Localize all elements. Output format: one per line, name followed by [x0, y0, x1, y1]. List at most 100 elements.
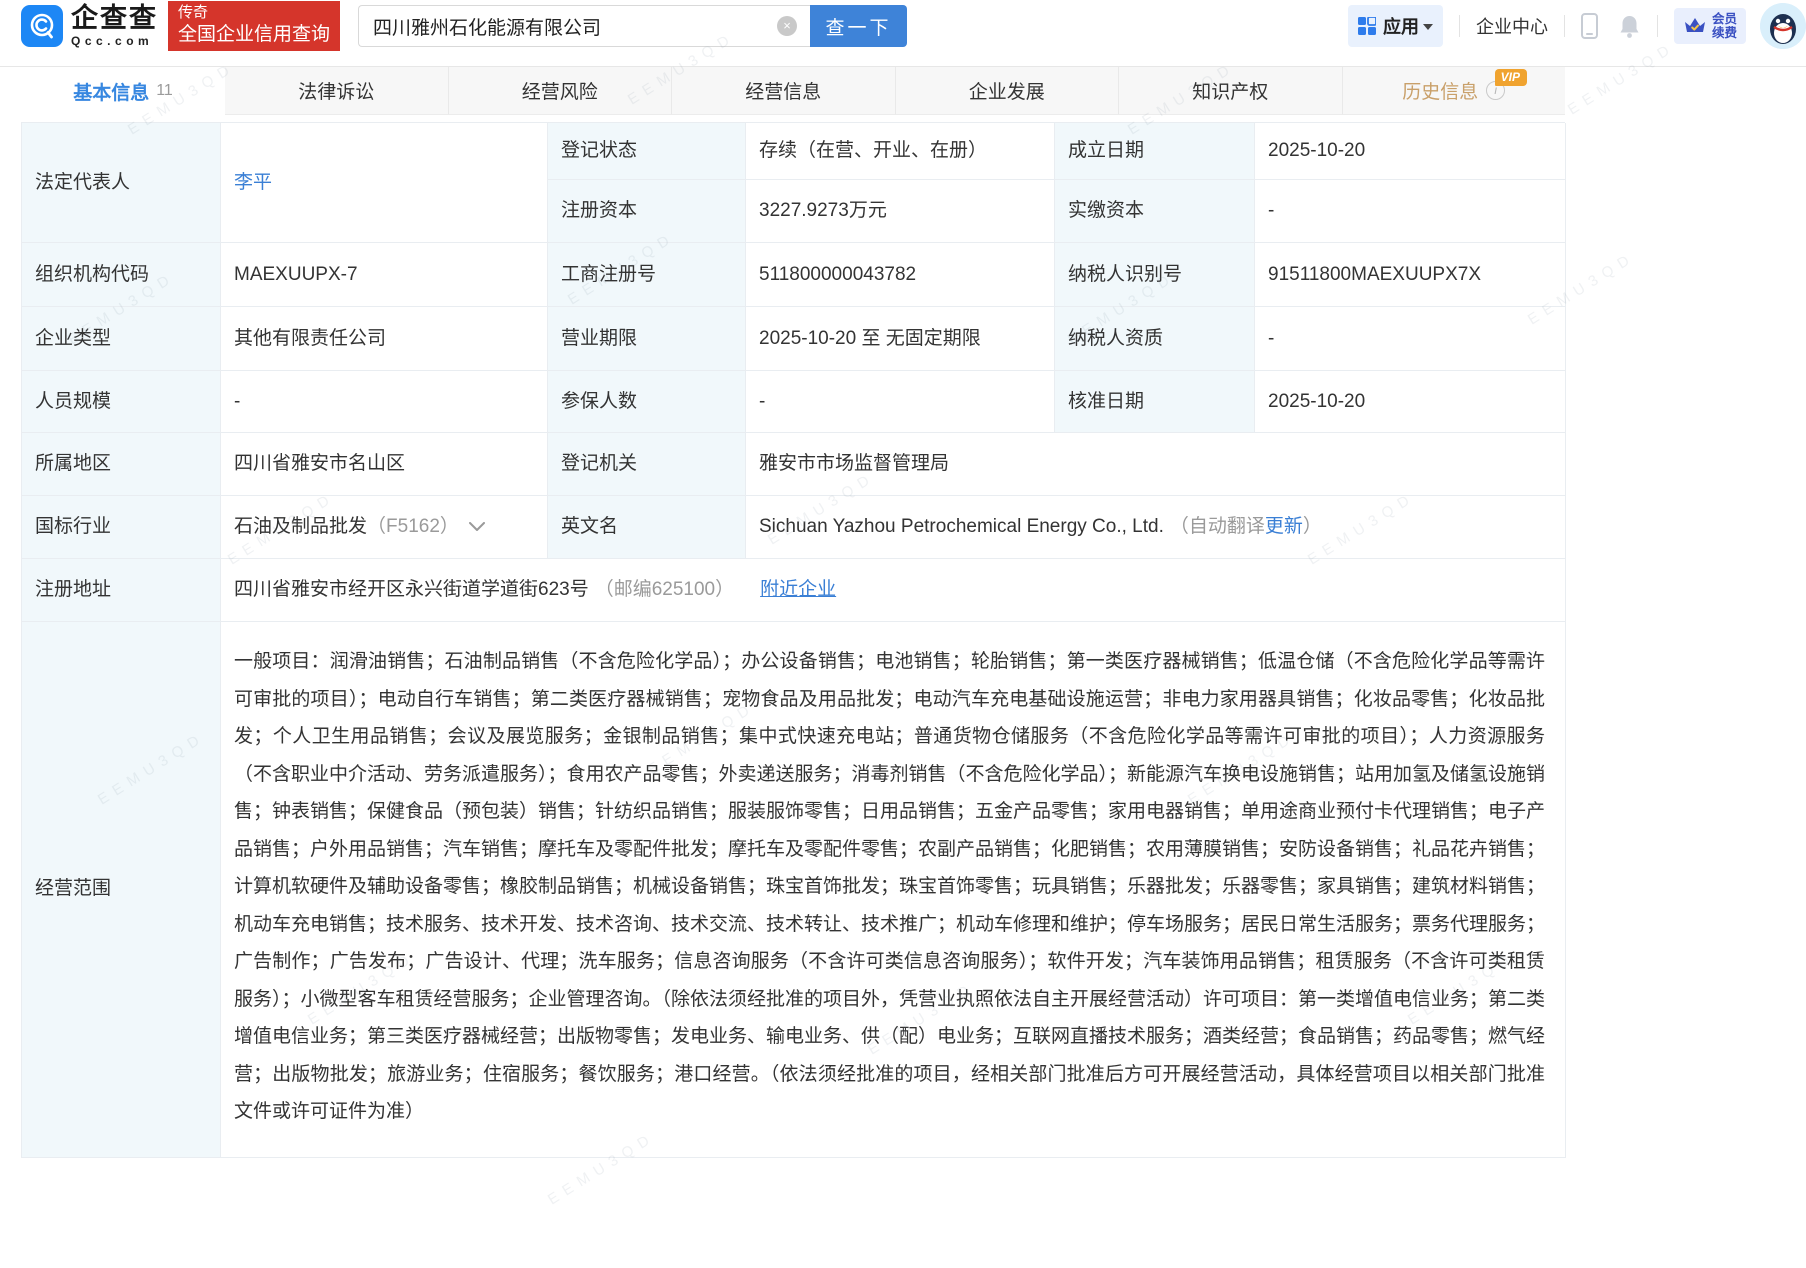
vip-label-line2: 续费	[1712, 26, 1737, 40]
header-divider	[1459, 15, 1460, 37]
industry-name: 石油及制品批发	[234, 514, 367, 540]
field-label-paid-capital: 实缴资本	[1055, 180, 1255, 243]
tab-label: 法律诉讼	[298, 77, 374, 104]
field-label-biz-reg-no: 工商注册号	[548, 243, 746, 307]
field-value-insured-count: -	[746, 371, 1055, 433]
tab-label: 经营风险	[522, 77, 598, 104]
field-label-reg-capital: 注册资本	[548, 180, 746, 243]
field-label-legal-rep: 法定代表人	[22, 123, 221, 243]
vip-renew-label: 会员 续费	[1712, 12, 1737, 41]
field-label-business-scope: 经营范围	[22, 622, 221, 1158]
field-label-staff-size: 人员规模	[22, 371, 221, 433]
section-tabbar: 基本信息 11 法律诉讼 经营风险 经营信息 企业发展 知识产权 VIP 历史信…	[0, 66, 1806, 115]
notification-bell-icon[interactable]	[1618, 14, 1641, 39]
business-scope-text: 一般项目：润滑油销售；石油制品销售（不含危险化学品）；办公设备销售；电池销售；轮…	[234, 643, 1545, 1131]
enterprise-center-link[interactable]: 企业中心	[1476, 13, 1548, 39]
field-value-reg-capital: 3227.9273万元	[746, 180, 1055, 243]
field-label-industry: 国标行业	[22, 496, 221, 559]
tab-label: 基本信息	[73, 78, 149, 105]
field-value-biz-term: 2025-10-20 至 无固定期限	[746, 307, 1055, 371]
nearby-companies-link[interactable]: 附近企业	[760, 577, 836, 603]
header-divider	[1657, 15, 1658, 37]
company-info-table: 法定代表人 李平 登记状态 存续（在营、开业、在册） 成立日期 2025-10-…	[21, 122, 1565, 1158]
brand-name-cn: 企查查	[71, 5, 158, 32]
field-label-address: 注册地址	[22, 559, 221, 622]
apps-grid-icon	[1358, 17, 1376, 35]
field-label-biz-term: 营业期限	[548, 307, 746, 371]
legal-rep-link[interactable]: 李平	[234, 170, 272, 196]
field-value-industry: 石油及制品批发 （F5162）	[221, 496, 548, 559]
vip-renew-button[interactable]: 会员 续费	[1674, 8, 1746, 45]
apps-menu-button[interactable]: 应用	[1348, 5, 1443, 47]
field-value-address: 四川省雅安市经开区永兴街道学道街623号 （邮编625100） 附近企业	[221, 559, 1566, 622]
industry-expand-chevron-icon[interactable]	[469, 522, 485, 532]
english-name-text: Sichuan Yazhou Petrochemical Energy Co.,…	[759, 514, 1164, 540]
address-text: 四川省雅安市经开区永兴街道学道街623号	[234, 577, 589, 603]
header-right-nav: 应用 企业中心	[1348, 0, 1806, 52]
top-header: 企查查 Qcc.com 传奇 全国企业信用查询 × 查一下 应用 企业中心	[0, 0, 1806, 52]
field-value-taxpayer-qualification: -	[1255, 307, 1566, 371]
vip-badge: VIP	[1495, 69, 1527, 86]
field-value-business-scope: 一般项目：润滑油销售；石油制品销售（不含危险化学品）；办公设备销售；电池销售；轮…	[221, 622, 1566, 1158]
field-label-org-code: 组织机构代码	[22, 243, 221, 307]
field-label-taxpayer-qualification: 纳税人资质	[1055, 307, 1255, 371]
tab-operating-risk[interactable]: 经营风险	[448, 67, 672, 115]
tab-label: 历史信息	[1402, 77, 1478, 104]
field-label-company-type: 企业类型	[22, 307, 221, 371]
section-tabs: 基本信息 11 法律诉讼 经营风险 经营信息 企业发展 知识产权 VIP 历史信…	[21, 67, 1565, 115]
auto-translate-note-close: ）	[1303, 514, 1322, 540]
qcc-logo-icon	[21, 5, 63, 47]
field-value-legal-rep: 李平	[221, 123, 548, 243]
field-value-establish-date: 2025-10-20	[1255, 123, 1566, 180]
tab-history-info[interactable]: VIP 历史信息 i	[1342, 67, 1566, 115]
field-value-company-type: 其他有限责任公司	[221, 307, 548, 371]
field-value-staff-size: -	[221, 371, 548, 433]
field-label-approval-date: 核准日期	[1055, 371, 1255, 433]
field-label-reg-authority: 登记机关	[548, 433, 746, 496]
tab-operating-info[interactable]: 经营信息	[671, 67, 895, 115]
field-value-reg-authority: 雅安市市场监督管理局	[746, 433, 1566, 496]
qcc-logo[interactable]: 企查查 Qcc.com	[21, 5, 158, 47]
field-value-org-code: MAEXUUPX-7	[221, 243, 548, 307]
search-clear-icon[interactable]: ×	[777, 16, 797, 36]
badge-line1: 传奇	[178, 3, 330, 23]
field-label-region: 所属地区	[22, 433, 221, 496]
field-value-region: 四川省雅安市名山区	[221, 433, 548, 496]
field-label-insured-count: 参保人数	[548, 371, 746, 433]
qcc-brand: 企查查 Qcc.com	[71, 5, 158, 47]
apps-menu-label: 应用	[1383, 13, 1419, 39]
chevron-down-icon	[1423, 24, 1433, 30]
translate-refresh-link[interactable]: 更新	[1265, 514, 1303, 540]
mobile-app-icon[interactable]	[1581, 13, 1598, 39]
user-avatar[interactable]	[1760, 3, 1806, 49]
field-label-reg-status: 登记状态	[548, 123, 746, 180]
field-value-approval-date: 2025-10-20	[1255, 371, 1566, 433]
tab-legal-litigation[interactable]: 法律诉讼	[225, 67, 448, 115]
auto-translate-note: （自动翻译	[1170, 514, 1265, 540]
tab-count-badge: 11	[156, 82, 173, 100]
tab-label: 企业发展	[969, 77, 1045, 104]
field-value-paid-capital: -	[1255, 180, 1566, 243]
header-divider	[1564, 15, 1565, 37]
brand-name-en: Qcc.com	[71, 35, 158, 47]
tab-basic-info[interactable]: 基本信息 11	[21, 67, 225, 115]
field-label-establish-date: 成立日期	[1055, 123, 1255, 180]
tab-company-development[interactable]: 企业发展	[895, 67, 1119, 115]
field-label-english-name: 英文名	[548, 496, 746, 559]
search-bar: × 查一下	[358, 5, 907, 47]
field-label-taxpayer-id: 纳税人识别号	[1055, 243, 1255, 307]
field-value-taxpayer-id: 91511800MAEXUUPX7X	[1255, 243, 1566, 307]
tab-label: 经营信息	[745, 77, 821, 104]
credit-query-badge: 传奇 全国企业信用查询	[168, 1, 340, 51]
tab-intellectual-property[interactable]: 知识产权	[1118, 67, 1342, 115]
search-button[interactable]: 查一下	[810, 5, 907, 47]
field-value-reg-status: 存续（在营、开业、在册）	[746, 123, 1055, 180]
vip-label-line1: 会员	[1712, 12, 1737, 26]
search-input[interactable]	[358, 5, 810, 47]
badge-line2: 全国企业信用查询	[178, 23, 330, 47]
field-value-english-name: Sichuan Yazhou Petrochemical Energy Co.,…	[746, 496, 1566, 559]
address-postcode: （邮编625100）	[595, 577, 734, 603]
crown-icon	[1683, 15, 1707, 37]
field-value-biz-reg-no: 511800000043782	[746, 243, 1055, 307]
tab-label: 知识产权	[1192, 77, 1268, 104]
